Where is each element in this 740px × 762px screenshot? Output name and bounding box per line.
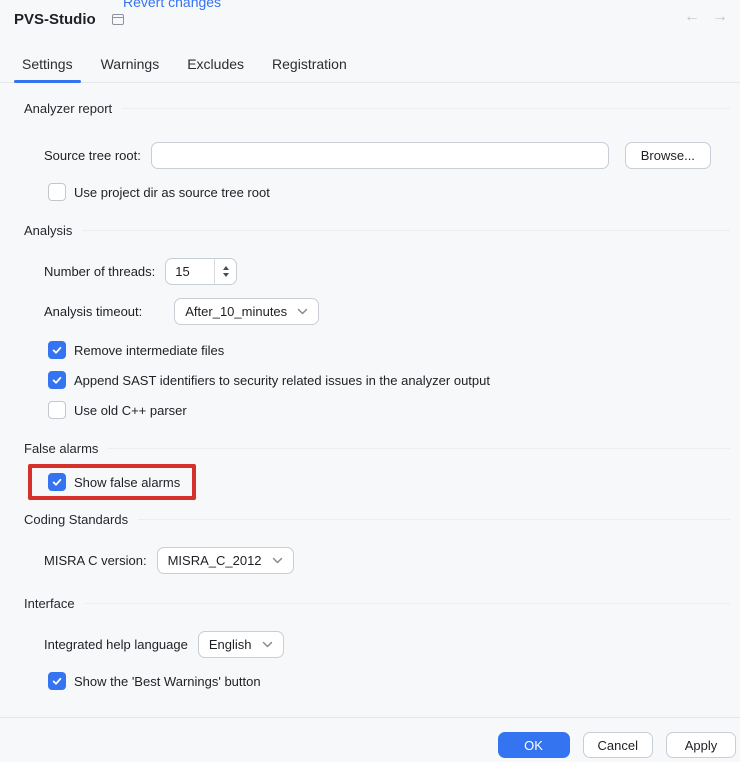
section-divider [82, 230, 730, 231]
help-language-dropdown[interactable]: English [198, 631, 284, 658]
check-icon [51, 374, 63, 386]
remove-intermediate-checkbox[interactable] [48, 341, 66, 359]
chevron-down-icon [272, 557, 283, 564]
show-false-alarms-checkbox[interactable] [48, 473, 66, 491]
settings-header: PVS-Studio Revert changes ← → [0, 0, 740, 28]
section-interface: Interface [24, 596, 730, 611]
apply-button[interactable]: Apply [666, 732, 736, 758]
back-arrow-icon[interactable]: ← [684, 8, 700, 26]
checkbox-label: Show the 'Best Warnings' button [74, 674, 261, 689]
tab-settings[interactable]: Settings [12, 50, 83, 82]
red-highlight-box: Show false alarms [28, 464, 196, 500]
section-analysis: Analysis [24, 223, 730, 238]
threads-value[interactable]: 15 [166, 259, 214, 284]
chevron-down-icon [297, 308, 308, 315]
misra-label: MISRA C version: [44, 553, 147, 568]
chevron-up-icon[interactable] [223, 266, 229, 270]
checkbox-label: Use project dir as source tree root [74, 185, 270, 200]
history-nav: ← → [684, 8, 728, 26]
tab-registration[interactable]: Registration [262, 50, 357, 82]
checkbox-label: Use old C++ parser [74, 403, 187, 418]
best-warnings-checkbox[interactable] [48, 672, 66, 690]
check-icon [51, 344, 63, 356]
section-coding-standards: Coding Standards [24, 512, 730, 527]
tab-bar: Settings Warnings Excludes Registration [0, 50, 740, 83]
cancel-button[interactable]: Cancel [583, 732, 653, 758]
remove-intermediate-checkbox-row[interactable]: Remove intermediate files [48, 341, 740, 359]
section-false-alarms: False alarms [24, 441, 730, 456]
help-language-row: Integrated help language English [44, 631, 740, 658]
threads-label: Number of threads: [44, 264, 155, 279]
timeout-value: After_10_minutes [185, 304, 287, 319]
browse-button[interactable]: Browse... [625, 142, 711, 169]
use-project-dir-checkbox[interactable] [48, 183, 66, 201]
check-icon [51, 675, 63, 687]
checkbox-label: Show false alarms [74, 475, 180, 490]
dialog-footer: OK Cancel Apply [0, 717, 740, 762]
source-tree-root-input[interactable] [151, 142, 609, 169]
page-title: PVS-Studio [14, 11, 96, 28]
tab-warnings[interactable]: Warnings [91, 50, 170, 82]
chevron-down-icon [262, 641, 273, 648]
section-analyzer-report: Analyzer report [24, 101, 730, 116]
section-divider [138, 519, 730, 520]
analysis-timeout-row: Analysis timeout: After_10_minutes [44, 298, 740, 325]
tab-excludes[interactable]: Excludes [177, 50, 254, 82]
section-divider [85, 603, 730, 604]
source-tree-root-label: Source tree root: [44, 148, 141, 163]
checkbox-label: Remove intermediate files [74, 343, 224, 358]
best-warnings-checkbox-row[interactable]: Show the 'Best Warnings' button [48, 672, 740, 690]
checkbox-label: Append SAST identifiers to security rela… [74, 373, 490, 388]
section-divider [122, 108, 730, 109]
timeout-dropdown[interactable]: After_10_minutes [174, 298, 319, 325]
chevron-down-icon[interactable] [223, 273, 229, 277]
help-language-label: Integrated help language [44, 637, 188, 652]
section-title: Coding Standards [24, 512, 128, 527]
sast-identifiers-checkbox-row[interactable]: Append SAST identifiers to security rela… [48, 371, 740, 389]
section-title: False alarms [24, 441, 98, 456]
ok-button[interactable]: OK [498, 732, 570, 758]
help-language-value: English [209, 637, 252, 652]
window-icon [112, 14, 124, 25]
show-false-alarms-checkbox-row[interactable]: Show false alarms [48, 473, 180, 491]
check-icon [51, 476, 63, 488]
section-divider [108, 448, 730, 449]
misra-dropdown[interactable]: MISRA_C_2012 [157, 547, 294, 574]
section-title: Interface [24, 596, 75, 611]
misra-version-row: MISRA C version: MISRA_C_2012 [44, 547, 740, 574]
spinner-buttons[interactable] [215, 259, 236, 284]
revert-changes-link[interactable]: Revert changes [123, 0, 221, 10]
section-title: Analyzer report [24, 101, 112, 116]
old-cpp-parser-checkbox[interactable] [48, 401, 66, 419]
timeout-label: Analysis timeout: [44, 304, 142, 319]
use-project-dir-checkbox-row[interactable]: Use project dir as source tree root [48, 183, 740, 201]
sast-identifiers-checkbox[interactable] [48, 371, 66, 389]
source-tree-root-row: Source tree root: Browse... [44, 142, 740, 169]
old-cpp-parser-checkbox-row[interactable]: Use old C++ parser [48, 401, 740, 419]
section-title: Analysis [24, 223, 72, 238]
number-of-threads-row: Number of threads: 15 [44, 258, 740, 285]
threads-spinner[interactable]: 15 [165, 258, 237, 285]
forward-arrow-icon[interactable]: → [712, 8, 728, 26]
misra-value: MISRA_C_2012 [168, 553, 262, 568]
